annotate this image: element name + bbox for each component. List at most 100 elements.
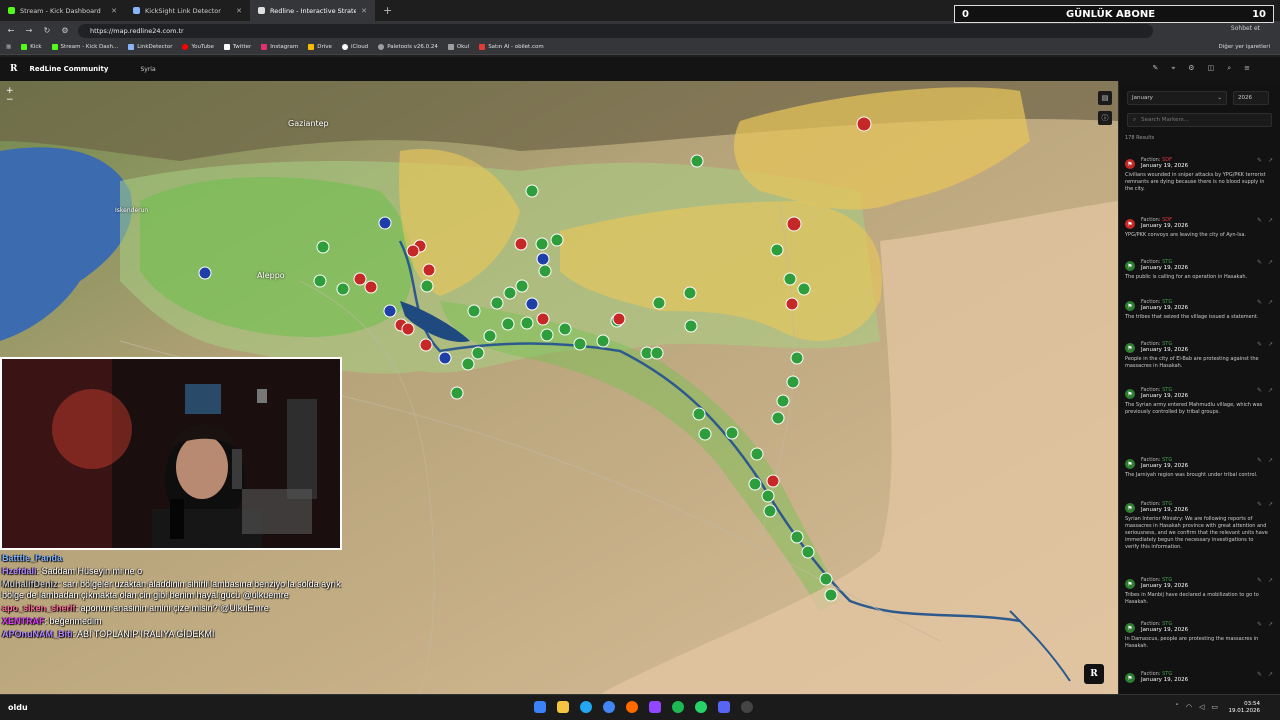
- marker-list-item[interactable]: ⚑ Faction: STG January 19, 2026 ✎ ↗ The publi…: [1119, 259, 1279, 281]
- external-link-icon[interactable]: ↗: [1268, 501, 1273, 508]
- edit-icon[interactable]: ✎: [1257, 621, 1262, 628]
- chrome-icon[interactable]: [603, 701, 615, 713]
- marker-list-item[interactable]: ⚑ Faction: STG January 19, 2026 ✎ ↗ The Jarni…: [1119, 457, 1279, 479]
- bookmark-stream-dashboard[interactable]: Stream - Kick Dash...: [51, 44, 118, 50]
- item-date: January 19, 2026: [1141, 393, 1189, 399]
- marker-list-item[interactable]: ⚑ Faction: STG January 19, 2026 ✎ ↗ The Syria…: [1119, 387, 1279, 416]
- chat-username: XENTRAF: [2, 616, 45, 626]
- wifi-icon[interactable]: ◠: [1186, 703, 1192, 711]
- edge-icon[interactable]: [580, 701, 592, 713]
- spotify-icon[interactable]: [672, 701, 684, 713]
- external-link-icon[interactable]: ↗: [1268, 157, 1273, 164]
- marker-list-item[interactable]: ⚑ Faction: STG January 19, 2026 ✎ ↗ Tribes in…: [1119, 577, 1279, 606]
- bookmark-kick[interactable]: Kick: [21, 44, 42, 50]
- chat-username: Batttle_Panda: [2, 553, 63, 563]
- weather-widget[interactable]: oldu: [8, 703, 28, 712]
- month-select[interactable]: January ⌄: [1127, 91, 1227, 105]
- menu-icon[interactable]: ≡: [1244, 64, 1250, 73]
- taskbar-apps: [534, 701, 753, 713]
- windows-icon[interactable]: [534, 701, 546, 713]
- reload-icon[interactable]: ↻: [42, 26, 52, 35]
- marker-list-item[interactable]: ⚑ Faction: SDF January 19, 2026 ✎ ↗ Civilians…: [1119, 157, 1279, 193]
- tab-kick-dashboard[interactable]: Stream - Kick Dashboard ✕: [0, 0, 125, 21]
- chevron-up-icon[interactable]: ˄: [1175, 703, 1179, 711]
- firefox-icon[interactable]: [626, 701, 638, 713]
- marker-list-item[interactable]: ⚑ Faction: STG January 19, 2026 ✎ ↗ The tribe…: [1119, 299, 1279, 321]
- bookmark-linkdetector[interactable]: LinkDetector: [128, 44, 172, 50]
- bookmark-drive[interactable]: Drive: [308, 44, 332, 50]
- search-icon[interactable]: ⌕: [1227, 64, 1231, 73]
- external-link-icon[interactable]: ↗: [1268, 341, 1273, 348]
- apps-icon[interactable]: ▦: [6, 44, 11, 50]
- site-info-icon[interactable]: ⚙: [60, 26, 70, 35]
- new-tab-plus-icon[interactable]: +: [383, 4, 392, 17]
- profile-chat-label[interactable]: Sohbet et: [1231, 25, 1260, 32]
- external-link-icon[interactable]: ↗: [1268, 577, 1273, 584]
- bookmark-obilet[interactable]: Satın Al - obilet.com: [479, 44, 544, 50]
- edit-icon[interactable]: ✎: [1257, 457, 1262, 464]
- edit-icon[interactable]: ✎: [1152, 64, 1158, 73]
- redline-logo[interactable]: R: [10, 64, 17, 74]
- external-link-icon[interactable]: ↗: [1268, 671, 1273, 678]
- bookmark-youtube[interactable]: YouTube: [182, 44, 214, 50]
- marker-list-item[interactable]: ⚑ Faction: STG January 19, 2026 ✎ ↗ Syrian In…: [1119, 501, 1279, 551]
- whatsapp-icon[interactable]: [695, 701, 707, 713]
- url-input[interactable]: https://map.redline24.com.tr: [78, 23, 1153, 38]
- camera-icon[interactable]: ◫: [1208, 64, 1215, 73]
- goal-label: GÜNLÜK ABONE: [1065, 8, 1156, 20]
- tab-kicksight[interactable]: KickSight Link Detector ✕: [125, 0, 250, 21]
- twitch-icon[interactable]: [649, 701, 661, 713]
- battery-icon[interactable]: ▭: [1211, 703, 1218, 711]
- system-clock[interactable]: 03:54 19.01.2026: [1229, 701, 1261, 715]
- bookmark-twitter[interactable]: Twitter: [223, 44, 251, 50]
- layers-button[interactable]: ▤: [1098, 91, 1112, 105]
- other-bookmarks[interactable]: Diğer yer işaretleri: [1219, 44, 1270, 50]
- edit-icon[interactable]: ✎: [1257, 341, 1262, 348]
- discord-icon[interactable]: [718, 701, 730, 713]
- info-button[interactable]: ⓘ: [1098, 111, 1112, 125]
- external-link-icon[interactable]: ↗: [1268, 299, 1273, 306]
- marker-search-input[interactable]: ⌕ Search Markers...: [1127, 113, 1272, 127]
- faction-icon: ⚑: [1125, 459, 1135, 469]
- external-link-icon[interactable]: ↗: [1268, 387, 1273, 394]
- pin-icon[interactable]: ⌖: [1171, 64, 1175, 73]
- redline-corner-button[interactable]: R: [1084, 664, 1104, 684]
- zoom-out-button[interactable]: −: [6, 96, 14, 105]
- year-select[interactable]: 2026: [1233, 91, 1269, 105]
- bookmark-okul[interactable]: Okul: [447, 44, 469, 50]
- site-name[interactable]: RedLine Community: [29, 65, 108, 73]
- edit-icon[interactable]: ✎: [1257, 157, 1262, 164]
- forward-arrow-icon[interactable]: →: [24, 26, 34, 35]
- external-link-icon[interactable]: ↗: [1268, 621, 1273, 628]
- marker-list-item[interactable]: ⚑ Faction: SDF January 19, 2026 ✎ ↗ YPG/PKK c…: [1119, 217, 1279, 239]
- file-explorer-icon[interactable]: [557, 701, 569, 713]
- settings-icon[interactable]: ⚙: [1188, 64, 1194, 73]
- edit-icon[interactable]: ✎: [1257, 299, 1262, 306]
- back-arrow-icon[interactable]: ←: [6, 26, 16, 35]
- obs-icon[interactable]: [741, 701, 753, 713]
- external-link-icon[interactable]: ↗: [1268, 217, 1273, 224]
- edit-icon[interactable]: ✎: [1257, 217, 1262, 224]
- external-link-icon[interactable]: ↗: [1268, 259, 1273, 266]
- bookmark-icloud[interactable]: iCloud: [341, 44, 368, 50]
- edit-icon[interactable]: ✎: [1257, 501, 1262, 508]
- close-icon[interactable]: ✕: [236, 7, 242, 15]
- close-icon[interactable]: ✕: [361, 7, 367, 15]
- volume-icon[interactable]: ◁: [1199, 703, 1204, 711]
- marker-list-item[interactable]: ⚑ Faction: STG January 19, 2026 ✎ ↗: [1119, 671, 1279, 686]
- edit-icon[interactable]: ✎: [1257, 671, 1262, 678]
- tab-redline-map[interactable]: Redline - Interactive Strategic Map ✕: [250, 0, 375, 21]
- item-date: January 19, 2026: [1141, 583, 1189, 589]
- marker-list-item[interactable]: ⚑ Faction: STG January 19, 2026 ✎ ↗ In Damasc…: [1119, 621, 1279, 650]
- bookmark-paletools[interactable]: Paletools v26.0.24: [378, 44, 438, 50]
- marker-list-item[interactable]: ⚑ Faction: STG January 19, 2026 ✎ ↗ People in…: [1119, 341, 1279, 370]
- chat-text: : beğenmedim: [44, 616, 102, 626]
- external-link-icon[interactable]: ↗: [1268, 457, 1273, 464]
- edit-icon[interactable]: ✎: [1257, 387, 1262, 394]
- edit-icon[interactable]: ✎: [1257, 577, 1262, 584]
- edit-icon[interactable]: ✎: [1257, 259, 1262, 266]
- breadcrumb[interactable]: Syria: [140, 66, 155, 73]
- map-label-gaziantep: Gaziantep: [288, 119, 329, 128]
- close-icon[interactable]: ✕: [111, 7, 117, 15]
- bookmark-instagram[interactable]: Instagram: [261, 44, 298, 50]
